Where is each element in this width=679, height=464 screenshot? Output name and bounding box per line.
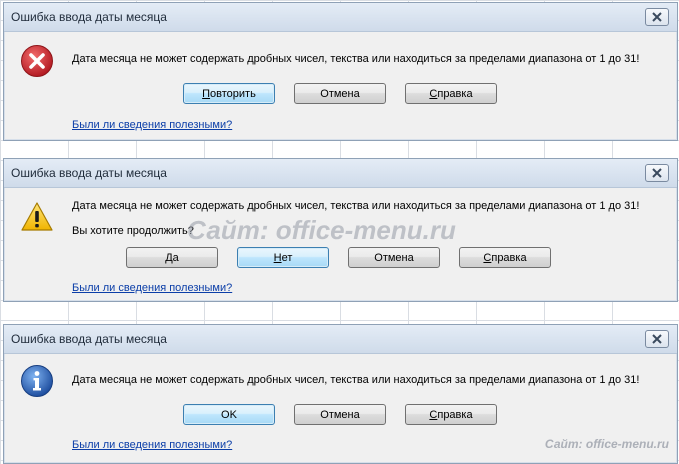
button-accelerator: П — [202, 87, 211, 100]
close-icon — [652, 168, 662, 178]
button-label: а — [172, 251, 179, 264]
help-button[interactable]: Справка — [405, 404, 497, 425]
cancel-button[interactable]: Отмена — [294, 404, 386, 425]
button-label: Отмена — [320, 87, 360, 100]
feedback-link[interactable]: Были ли сведения полезными? — [72, 119, 232, 131]
button-accelerator: С — [483, 251, 492, 264]
ok-button[interactable]: OK — [183, 404, 275, 425]
feedback-link[interactable]: Были ли сведения полезными? — [72, 439, 232, 451]
close-button[interactable] — [645, 330, 669, 348]
help-button[interactable]: Справка — [405, 83, 497, 104]
dialog-title: Ошибка ввода даты месяца — [11, 10, 167, 24]
close-button[interactable] — [645, 164, 669, 182]
close-button[interactable] — [645, 8, 669, 26]
error-icon — [21, 45, 53, 77]
watermark: Сайт: office-menu.ru — [187, 215, 456, 245]
close-icon — [652, 12, 662, 22]
button-label: правка — [437, 408, 473, 421]
warning-message: Дата месяца не может содержать дробных ч… — [72, 200, 640, 212]
button-accelerator: С — [429, 87, 438, 100]
button-label: OK — [221, 408, 237, 421]
info-message: Дата месяца не может содержать дробных ч… — [72, 374, 640, 386]
title-bar[interactable]: Ошибка ввода даты месяца — [4, 3, 677, 32]
watermark-small: Сайт: office-menu.ru — [544, 437, 669, 451]
button-label: ет — [281, 251, 293, 264]
close-icon — [652, 334, 662, 344]
button-accelerator: Н — [273, 251, 282, 264]
dialog-title: Ошибка ввода даты месяца — [11, 332, 167, 346]
button-label: Отмена — [320, 408, 360, 421]
error-message: Дата месяца не может содержать дробных ч… — [72, 53, 640, 65]
button-label: овторить — [210, 87, 256, 100]
button-label: правка — [437, 87, 473, 100]
button-accelerator: Д — [165, 251, 173, 264]
continue-question: Вы хотите продолжить? — [72, 225, 194, 237]
no-button[interactable]: Нет — [237, 247, 329, 268]
title-bar[interactable]: Ошибка ввода даты месяца — [4, 325, 677, 354]
information-icon — [21, 365, 53, 397]
dialog-body: Дата месяца не может содержать дробных ч… — [5, 32, 676, 139]
button-label: Отмена — [374, 251, 414, 264]
cancel-button[interactable]: Отмена — [348, 247, 440, 268]
cancel-button[interactable]: Отмена — [294, 83, 386, 104]
button-label: правка — [491, 251, 527, 264]
dialog-title: Ошибка ввода даты месяца — [11, 166, 167, 180]
yes-button[interactable]: Да — [126, 247, 218, 268]
warning-icon — [21, 202, 53, 231]
error-dialog: Ошибка ввода даты месяца Дата месяца не … — [3, 2, 678, 141]
feedback-link[interactable]: Были ли сведения полезными? — [72, 282, 232, 294]
help-button[interactable]: Справка — [459, 247, 551, 268]
button-accelerator: С — [429, 408, 438, 421]
title-bar[interactable]: Ошибка ввода даты месяца — [4, 159, 677, 188]
retry-button[interactable]: Повторить — [183, 83, 275, 104]
